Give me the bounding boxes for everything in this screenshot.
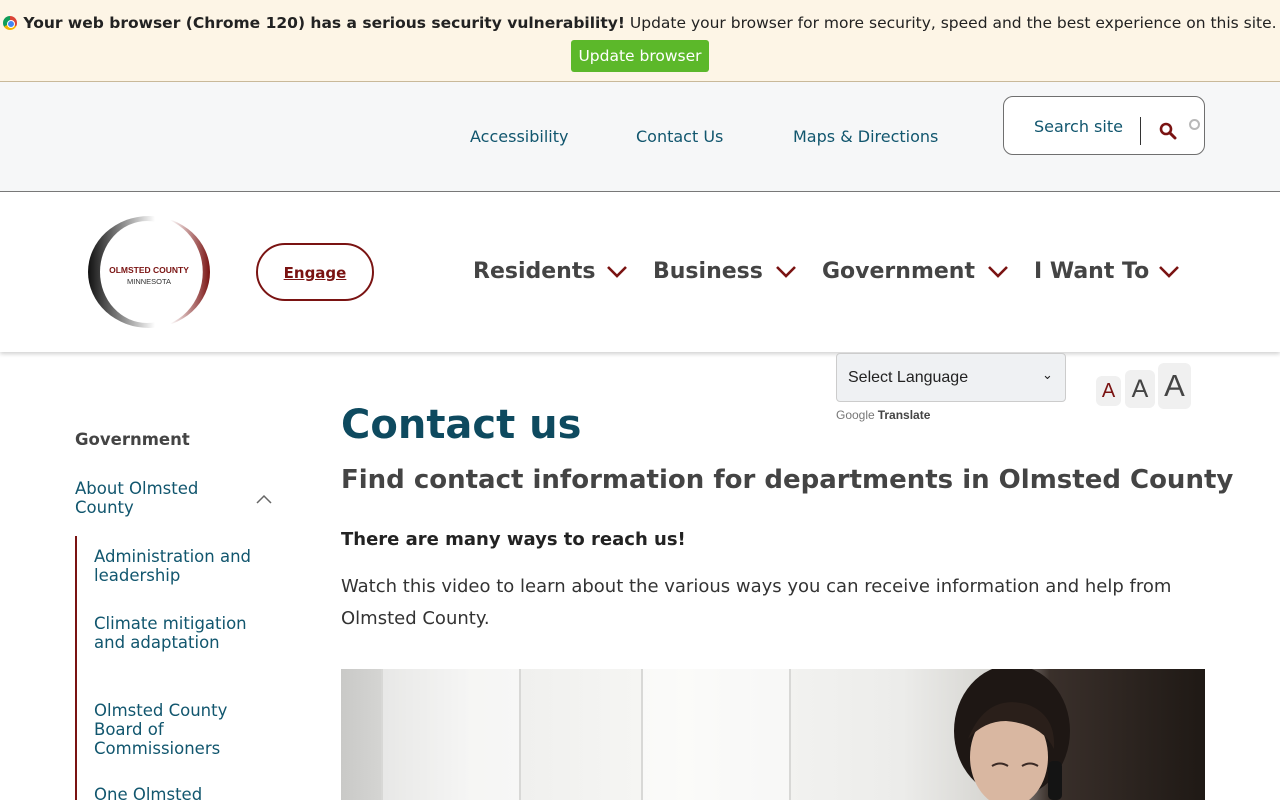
search-icon[interactable] bbox=[1159, 122, 1177, 140]
engage-button[interactable]: Engage bbox=[256, 243, 374, 301]
video-player[interactable] bbox=[341, 669, 1205, 800]
loading-spinner-icon bbox=[1189, 119, 1200, 130]
utility-bar: Accessibility Contact Us Maps & Directio… bbox=[0, 82, 1280, 192]
sidebar-item-one-olmsted[interactable]: One Olmsted bbox=[94, 785, 254, 804]
nav-i-want-to[interactable]: I Want To bbox=[1034, 259, 1149, 284]
chevron-down-icon: ⌄ bbox=[1042, 368, 1053, 383]
sidebar-item-administration[interactable]: Administration and leadership bbox=[94, 547, 254, 585]
video-thumbnail-person bbox=[954, 669, 1070, 800]
i-want-to-chevron-down-icon[interactable] bbox=[1158, 263, 1180, 279]
translate-label: Translate bbox=[877, 408, 931, 422]
contact-us-link[interactable]: Contact Us bbox=[636, 127, 723, 146]
banner-message: Your web browser (Chrome 120) has a seri… bbox=[0, 14, 1280, 32]
browser-update-banner: Your web browser (Chrome 120) has a seri… bbox=[0, 0, 1280, 82]
logo-text-state: MINNESOTA bbox=[126, 277, 172, 286]
font-size-large-button[interactable]: A bbox=[1158, 363, 1191, 409]
font-size-medium-button[interactable]: A bbox=[1125, 370, 1155, 408]
video-background-cabinet bbox=[381, 669, 521, 800]
nav-business[interactable]: Business bbox=[653, 259, 763, 284]
google-wordmark: Google bbox=[836, 408, 875, 422]
sidebar-item-about-olmsted-county[interactable]: About Olmsted County bbox=[75, 479, 235, 517]
google-translate-credit[interactable]: Google Translate bbox=[836, 408, 930, 422]
lead-text: There are many ways to reach us! bbox=[341, 529, 686, 550]
olmsted-county-logo[interactable]: OLMSTED COUNTY MINNESOTA bbox=[87, 215, 211, 329]
sidebar-item-climate[interactable]: Climate mitigation and adaptation bbox=[94, 614, 254, 652]
nav-residents[interactable]: Residents bbox=[473, 259, 595, 284]
video-background-cabinet bbox=[641, 669, 791, 800]
page-subtitle: Find contact information for departments… bbox=[341, 465, 1234, 495]
page-title: Contact us bbox=[341, 402, 582, 448]
accessibility-link[interactable]: Accessibility bbox=[470, 127, 568, 146]
sidebar-title[interactable]: Government bbox=[75, 430, 190, 449]
chevron-up-icon[interactable] bbox=[255, 493, 273, 505]
residents-chevron-down-icon[interactable] bbox=[606, 263, 628, 279]
intro-paragraph: Watch this video to learn about the vari… bbox=[341, 576, 1172, 629]
main-header: OLMSTED COUNTY MINNESOTA Engage Resident… bbox=[0, 192, 1280, 352]
business-chevron-down-icon[interactable] bbox=[775, 263, 797, 279]
search-input[interactable]: Search site bbox=[1034, 117, 1123, 136]
logo-text-county: OLMSTED COUNTY bbox=[109, 265, 189, 275]
language-select[interactable]: Select Language ⌄ bbox=[836, 353, 1066, 402]
search-box[interactable]: Search site bbox=[1003, 96, 1205, 155]
banner-detail: Update your browser for more security, s… bbox=[629, 14, 1277, 32]
sidebar-active-rule bbox=[75, 536, 77, 800]
banner-warning: Your web browser (Chrome 120) has a seri… bbox=[23, 14, 625, 32]
chrome-icon bbox=[3, 16, 18, 30]
maps-directions-link[interactable]: Maps & Directions bbox=[793, 127, 938, 146]
search-divider bbox=[1140, 117, 1141, 145]
font-size-small-button[interactable]: A bbox=[1096, 376, 1121, 406]
sidebar-item-board[interactable]: Olmsted County Board of Commissioners bbox=[94, 701, 254, 758]
update-browser-button[interactable]: Update browser bbox=[571, 40, 709, 72]
government-chevron-down-icon[interactable] bbox=[987, 263, 1009, 279]
language-select-label: Select Language bbox=[848, 369, 969, 386]
nav-government[interactable]: Government bbox=[822, 259, 975, 284]
engage-label: Engage bbox=[283, 264, 347, 282]
